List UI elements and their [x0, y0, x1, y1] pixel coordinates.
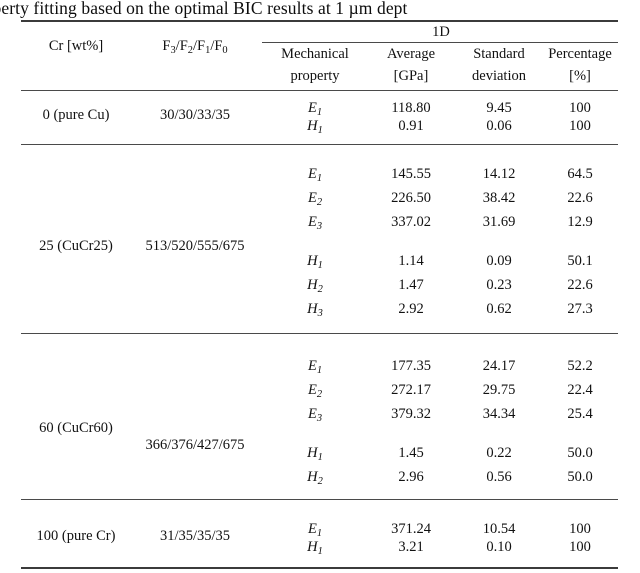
- block-rule-2: [21, 333, 618, 335]
- standard-deviation-value: 31.69: [482, 214, 516, 230]
- mechanical-property-symbol: H3: [307, 301, 323, 319]
- f1-subscript: 1: [205, 44, 211, 56]
- standard-deviation-value: 0.22: [486, 445, 512, 461]
- average-value: 272.17: [391, 382, 431, 398]
- percentage-value: 22.4: [567, 382, 593, 398]
- average-value: 226.50: [391, 190, 431, 206]
- standard-deviation-value: 0.62: [486, 301, 512, 317]
- row-label-f-ratios: 31/35/35/35: [159, 528, 231, 544]
- standard-deviation-value: 0.56: [486, 469, 512, 485]
- group-header-1d: 1D: [432, 24, 450, 40]
- column-header-standard-deviation-line2: deviation: [472, 68, 526, 84]
- group-header-rule: [262, 42, 618, 44]
- average-value: 177.35: [391, 358, 431, 374]
- percentage-value: 50.0: [567, 445, 593, 461]
- row-label-f-ratios: 366/376/427/675: [145, 437, 245, 453]
- standard-deviation-value: 0.10: [486, 539, 512, 555]
- mechanical-property-symbol: H1: [307, 118, 323, 136]
- percentage-value: 52.2: [567, 358, 593, 374]
- column-header-cr: Cr [wt%]: [48, 38, 104, 54]
- f2-label: F: [179, 38, 188, 54]
- standard-deviation-value: 0.06: [486, 118, 512, 134]
- average-value: 3.21: [398, 539, 424, 555]
- column-header-mechanical-property-line2: property: [290, 68, 340, 84]
- average-value: 118.80: [391, 100, 431, 116]
- row-label-cr: 0 (pure Cu): [42, 107, 110, 123]
- standard-deviation-value: 0.09: [486, 253, 512, 269]
- standard-deviation-value: 38.42: [482, 190, 516, 206]
- column-header-mechanical-property-line1: Mechanical: [281, 46, 349, 62]
- column-header-average-line1: Average: [386, 46, 436, 62]
- column-header-standard-deviation-line1: Standard: [473, 46, 525, 62]
- average-value: 1.14: [398, 253, 424, 269]
- average-value: 337.02: [391, 214, 431, 230]
- f2-subscript: 2: [187, 44, 193, 56]
- results-table: Cr [wt%] F3/F2/F1/F0 1D Mechanical prope…: [0, 0, 640, 573]
- mechanical-property-symbol: E3: [307, 406, 323, 424]
- mechanical-property-symbol: H2: [307, 277, 323, 295]
- average-value: 2.92: [398, 301, 424, 317]
- percentage-value: 22.6: [567, 277, 593, 293]
- percentage-value: 100: [569, 539, 591, 555]
- percentage-value: 25.4: [567, 406, 593, 422]
- average-value: 379.32: [391, 406, 431, 422]
- percentage-value: 27.3: [567, 301, 593, 317]
- standard-deviation-value: 14.12: [482, 166, 516, 182]
- header-bottom-rule: [21, 90, 618, 92]
- table-top-rule: [21, 20, 618, 22]
- standard-deviation-value: 24.17: [482, 358, 516, 374]
- average-value: 371.24: [391, 521, 431, 537]
- f0-subscript: 0: [222, 44, 228, 56]
- standard-deviation-value: 10.54: [482, 521, 516, 537]
- f1-label: F: [197, 38, 206, 54]
- mechanical-property-symbol: E2: [307, 190, 323, 208]
- mechanical-property-symbol: E2: [307, 382, 323, 400]
- percentage-value: 64.5: [567, 166, 593, 182]
- table-bottom-rule: [21, 567, 618, 569]
- standard-deviation-value: 0.23: [486, 277, 512, 293]
- mechanical-property-symbol: H1: [307, 539, 323, 557]
- percentage-value: 50.0: [567, 469, 593, 485]
- mechanical-property-symbol: H2: [307, 469, 323, 487]
- row-label-f-ratios: 30/30/33/35: [159, 107, 231, 123]
- mechanical-property-symbol: E1: [307, 166, 323, 184]
- mechanical-property-symbol: H1: [307, 445, 323, 463]
- column-header-percentage-line2: [%]: [569, 68, 591, 84]
- average-value: 2.96: [398, 469, 424, 485]
- column-header-f-ratios: F3/F2/F1/F0: [162, 38, 228, 56]
- standard-deviation-value: 9.45: [486, 100, 512, 116]
- f3-subscript: 3: [170, 44, 176, 56]
- row-label-f-ratios: 513/520/555/675: [145, 238, 245, 254]
- column-header-percentage-line1: Percentage: [548, 46, 612, 62]
- percentage-value: 50.1: [567, 253, 593, 269]
- average-value: 1.45: [398, 445, 424, 461]
- average-value: 145.55: [391, 166, 431, 182]
- percentage-value: 100: [569, 118, 591, 134]
- percentage-value: 12.9: [567, 214, 593, 230]
- percentage-value: 22.6: [567, 190, 593, 206]
- average-value: 1.47: [398, 277, 424, 293]
- table-figure: anical property fitting based on the opt…: [0, 0, 640, 573]
- mechanical-property-symbol: E3: [307, 214, 323, 232]
- block-rule-1: [21, 144, 618, 146]
- percentage-value: 100: [569, 100, 591, 116]
- standard-deviation-value: 29.75: [482, 382, 516, 398]
- block-rule-3: [21, 499, 618, 501]
- row-label-cr: 100 (pure Cr): [36, 528, 116, 544]
- row-label-cr: 25 (CuCr25): [39, 238, 113, 254]
- mechanical-property-symbol: E1: [307, 358, 323, 376]
- percentage-value: 100: [569, 521, 591, 537]
- row-label-cr: 60 (CuCr60): [39, 420, 113, 436]
- mechanical-property-symbol: H1: [307, 253, 323, 271]
- average-value: 0.91: [398, 118, 424, 134]
- standard-deviation-value: 34.34: [482, 406, 516, 422]
- column-header-average-line2: [GPa]: [393, 68, 429, 84]
